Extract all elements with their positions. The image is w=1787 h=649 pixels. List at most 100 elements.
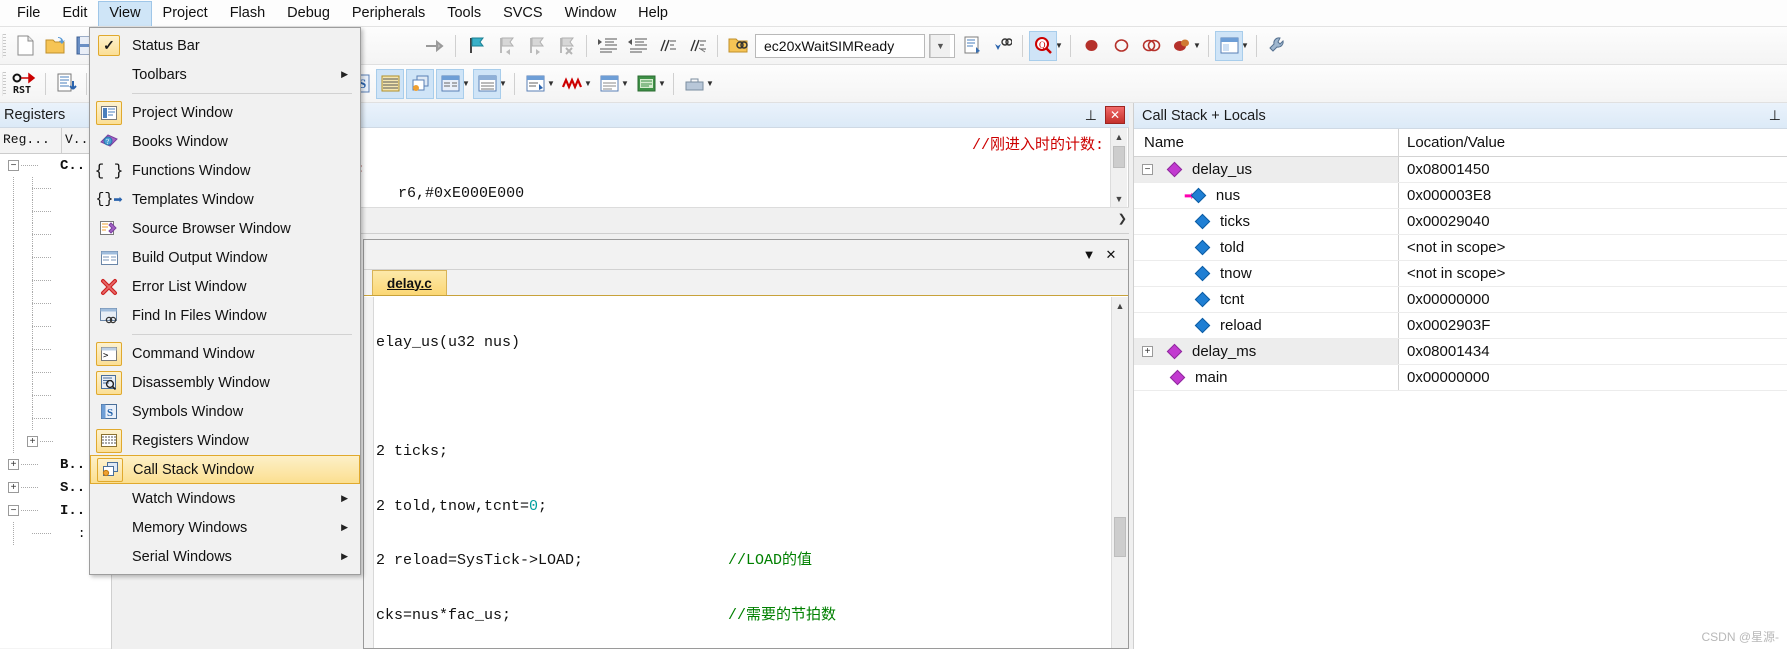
- symbol-history-dropdown[interactable]: ▼: [929, 33, 955, 58]
- expander-minus-icon[interactable]: −: [8, 160, 19, 171]
- menu-item-source-browser-window[interactable]: Source Browser Window: [90, 214, 360, 243]
- bookmark-next-icon[interactable]: [1137, 31, 1165, 61]
- menu-item-command-window[interactable]: > Command Window: [90, 339, 360, 368]
- menu-item-find-in-files-window[interactable]: Find In Files Window: [90, 301, 360, 330]
- menu-peripherals[interactable]: Peripherals: [341, 1, 436, 26]
- menu-item-templates-window[interactable]: {} ➡ Templates Window: [90, 185, 360, 214]
- call-stack-row-delay-us[interactable]: − delay_us 0x08001450: [1134, 157, 1787, 183]
- expander-plus-icon[interactable]: +: [8, 459, 19, 470]
- configure-icon[interactable]: [1263, 31, 1291, 61]
- call-stack-row-delay-ms[interactable]: + delay_ms 0x08001434: [1134, 339, 1787, 365]
- registers-window-icon[interactable]: [376, 68, 404, 99]
- reset-icon[interactable]: RST: [11, 69, 39, 99]
- toolbar-grip[interactable]: [2, 33, 6, 58]
- bookmark-prev-icon[interactable]: [1107, 31, 1135, 61]
- memory-window-icon[interactable]: [473, 68, 501, 99]
- trace-window-icon[interactable]: [595, 69, 623, 99]
- browse-symbol-icon[interactable]: [724, 31, 752, 61]
- menu-svcs[interactable]: SVCS: [492, 1, 554, 26]
- menu-item-call-stack-window[interactable]: Call Stack Window: [90, 455, 360, 484]
- expander-plus-icon[interactable]: +: [8, 482, 19, 493]
- editor-close-icon[interactable]: ✕: [1100, 244, 1122, 266]
- editor-vscrollbar[interactable]: ▲: [1111, 297, 1128, 648]
- bookmark-clear-icon[interactable]: [1167, 31, 1195, 61]
- scroll-right-icon[interactable]: ❯: [1118, 212, 1127, 225]
- build-icon[interactable]: [52, 69, 80, 99]
- menu-edit[interactable]: Edit: [51, 1, 98, 26]
- go-to-definition-icon[interactable]: [958, 31, 986, 61]
- watch-window-icon[interactable]: [436, 68, 464, 99]
- expander-minus-icon[interactable]: −: [1142, 164, 1153, 175]
- serial-window-icon[interactable]: [521, 69, 549, 99]
- expander-minus-icon[interactable]: −: [8, 505, 19, 516]
- menu-window[interactable]: Window: [554, 1, 628, 26]
- open-folder-icon[interactable]: [41, 31, 69, 61]
- scrollbar-thumb[interactable]: [1113, 146, 1125, 168]
- menu-tools[interactable]: Tools: [436, 1, 492, 26]
- menu-flash[interactable]: Flash: [219, 1, 276, 26]
- toolbar-grip-2[interactable]: [2, 71, 6, 96]
- menu-item-toolbars[interactable]: Toolbars ▶: [90, 60, 360, 89]
- menu-help[interactable]: Help: [627, 1, 679, 26]
- step-into-icon[interactable]: [421, 31, 449, 61]
- menu-file[interactable]: File: [6, 1, 51, 26]
- symbol-search-combo[interactable]: ec20xWaitSIMReady: [755, 33, 925, 58]
- indent-increase-icon[interactable]: [593, 31, 621, 61]
- uncomment-line-icon[interactable]: [683, 31, 711, 61]
- call-stack-row-tnow[interactable]: tnow <not in scope>: [1134, 261, 1787, 287]
- call-stack-row-ticks[interactable]: ticks 0x00029040: [1134, 209, 1787, 235]
- find-magnifier-icon[interactable]: Q: [1029, 30, 1057, 61]
- breakpoint-prev-icon[interactable]: [492, 31, 520, 61]
- menu-item-disassembly-window[interactable]: Disassembly Window: [90, 368, 360, 397]
- comment-line-icon[interactable]: [653, 31, 681, 61]
- tab-delay-c[interactable]: delay.c: [372, 270, 447, 295]
- bookmark-toggle-icon[interactable]: [1077, 31, 1105, 61]
- menu-item-error-list-window[interactable]: Error List Window: [90, 272, 360, 301]
- scroll-up-icon[interactable]: ▲: [1112, 297, 1128, 314]
- menu-item-memory-windows[interactable]: Memory Windows ▶: [90, 513, 360, 542]
- menu-item-status-bar[interactable]: ✓ Status Bar: [90, 31, 360, 60]
- expander-plus-icon[interactable]: +: [27, 436, 38, 447]
- call-stack-row-main[interactable]: main 0x00000000: [1134, 365, 1787, 391]
- breakpoint-next-icon[interactable]: [522, 31, 550, 61]
- menu-item-project-window[interactable]: Project Window: [90, 98, 360, 127]
- menu-item-functions-window[interactable]: { } Functions Window: [90, 156, 360, 185]
- menu-project[interactable]: Project: [152, 1, 219, 26]
- system-viewer-icon[interactable]: [632, 69, 660, 99]
- column-name[interactable]: Name: [1134, 129, 1399, 156]
- window-layout-icon[interactable]: [1215, 30, 1243, 61]
- scroll-down-icon[interactable]: ▼: [1111, 190, 1127, 207]
- window-menu-caret-icon[interactable]: ▼: [1078, 244, 1100, 266]
- find-next-icon[interactable]: [988, 31, 1016, 61]
- disassembly-vscrollbar[interactable]: ▲ ▼: [1110, 128, 1127, 207]
- breakpoint-kill-all-icon[interactable]: [552, 31, 580, 61]
- menu-view[interactable]: View: [98, 0, 152, 26]
- pin-icon[interactable]: ⊥: [1769, 107, 1781, 124]
- menu-debug[interactable]: Debug: [276, 1, 341, 26]
- logic-analyzer-icon[interactable]: [558, 69, 586, 99]
- menu-item-symbols-window[interactable]: S Symbols Window: [90, 397, 360, 426]
- menu-item-books-window[interactable]: ? Books Window: [90, 127, 360, 156]
- scrollbar-thumb[interactable]: [1114, 517, 1126, 557]
- editor-gutter[interactable]: [364, 297, 374, 648]
- editor-code-area[interactable]: elay_us(u32 nus) 2 ticks; 2 told,tnow,tc…: [364, 297, 1128, 648]
- new-file-icon[interactable]: [11, 31, 39, 61]
- expander-plus-icon[interactable]: +: [1142, 346, 1153, 357]
- pin-icon[interactable]: ⊥: [1077, 107, 1105, 124]
- menu-item-build-output-window[interactable]: Build Output Window: [90, 243, 360, 272]
- scroll-up-icon[interactable]: ▲: [1111, 128, 1127, 145]
- menu-item-serial-windows[interactable]: Serial Windows ▶: [90, 542, 360, 571]
- call-stack-row-reload[interactable]: reload 0x0002903F: [1134, 313, 1787, 339]
- call-stack-row-tcnt[interactable]: tcnt 0x00000000: [1134, 287, 1787, 313]
- menu-item-registers-window[interactable]: Registers Window: [90, 426, 360, 455]
- breakpoint-insert-icon[interactable]: [462, 31, 490, 61]
- call-stack-row-told[interactable]: told <not in scope>: [1134, 235, 1787, 261]
- indent-decrease-icon[interactable]: [623, 31, 651, 61]
- call-stack-row-nus[interactable]: ➡ nus 0x000003E8: [1134, 183, 1787, 209]
- menu-item-watch-windows[interactable]: Watch Windows ▶: [90, 484, 360, 513]
- toolbox-icon[interactable]: [680, 69, 708, 99]
- column-location-value[interactable]: Location/Value: [1399, 134, 1787, 151]
- registers-column-reg[interactable]: Reg...: [0, 128, 62, 153]
- call-stack-window-icon[interactable]: [406, 68, 434, 99]
- close-icon[interactable]: ✕: [1105, 106, 1125, 124]
